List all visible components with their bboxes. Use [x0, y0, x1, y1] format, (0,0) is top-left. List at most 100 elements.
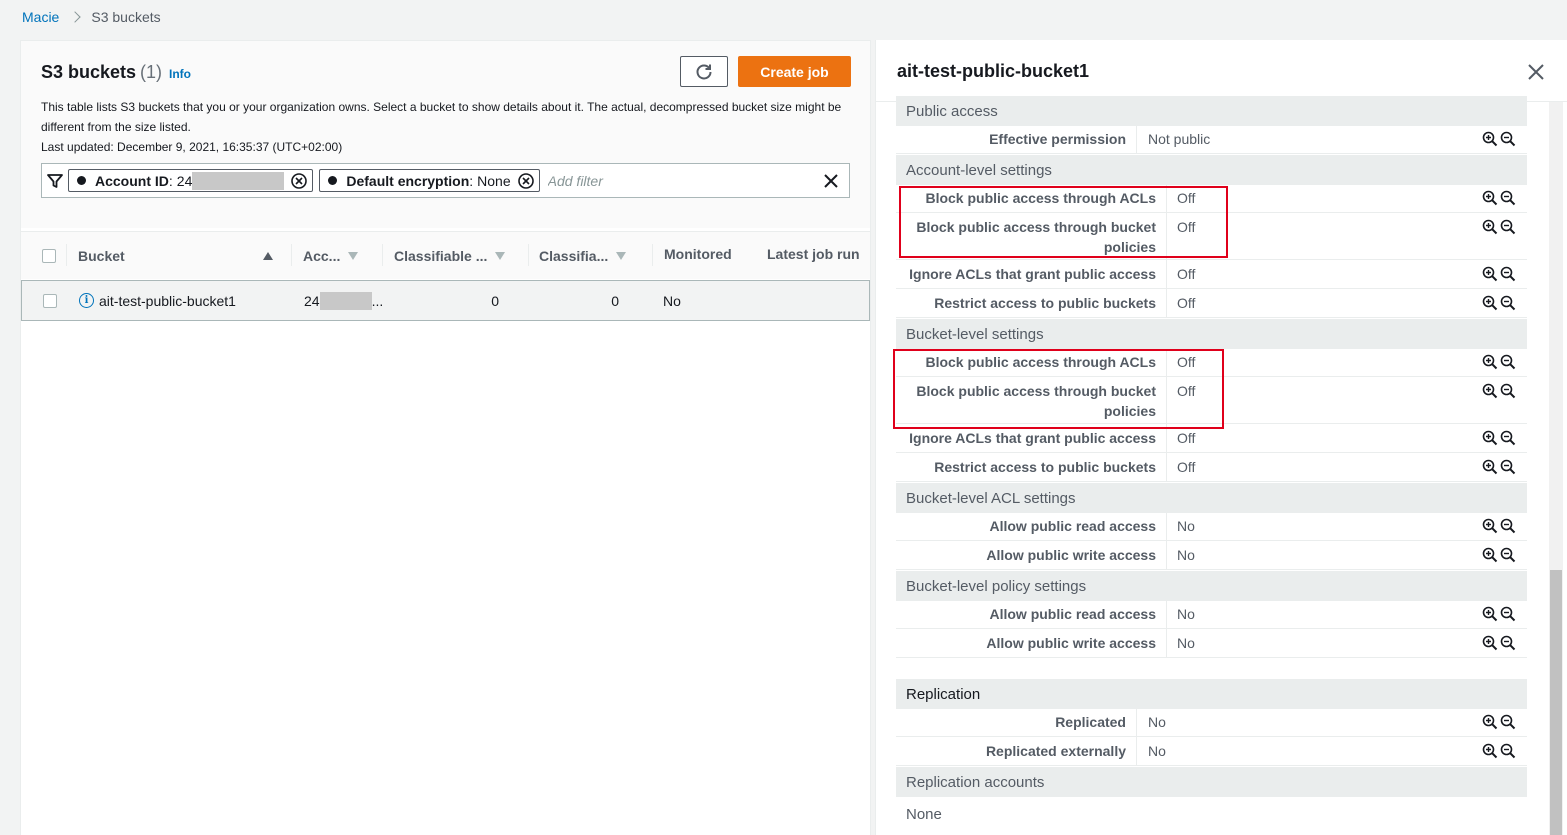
row-select-cell [43, 281, 57, 320]
zoom-in-icon[interactable] [1482, 131, 1498, 147]
zoom-out-icon[interactable] [1500, 295, 1516, 311]
column-header-classifiable-objects[interactable]: Classifiable ... [394, 232, 506, 280]
zoom-out-icon[interactable] [1500, 219, 1516, 235]
bucket-name-link[interactable]: i ait-test-public-bucket1 [79, 293, 236, 309]
column-header-bucket[interactable]: Bucket [78, 232, 273, 280]
column-label: Monitored [664, 246, 732, 262]
zoom-out-icon[interactable] [1500, 430, 1516, 446]
zoom-out-icon[interactable] [1500, 714, 1516, 730]
kv-value: No [1177, 635, 1195, 651]
section-account-level-settings: Account-level settings [896, 155, 1527, 185]
zoom-in-icon[interactable] [1482, 606, 1498, 622]
breadcrumb-current: S3 buckets [91, 9, 161, 25]
table-row[interactable]: i ait-test-public-bucket1 24... 0 0 No [21, 280, 870, 321]
zoom-out-icon[interactable] [1500, 743, 1516, 759]
filter-colon: : [469, 172, 474, 189]
zoom-in-icon[interactable] [1482, 635, 1498, 651]
add-filter-input[interactable] [545, 165, 813, 196]
kv-divider [1166, 289, 1167, 318]
create-job-button[interactable]: Create job [738, 56, 851, 87]
scrollbar-thumb[interactable] [1550, 570, 1562, 835]
breadcrumb-macie-link[interactable]: Macie [22, 9, 59, 25]
select-all-checkbox[interactable] [42, 249, 56, 263]
zoom-controls [1482, 190, 1516, 206]
last-updated-text: Last updated: December 9, 2021, 16:35:37… [41, 140, 343, 154]
zoom-out-icon[interactable] [1500, 131, 1516, 147]
section-public-access: Public access [896, 96, 1527, 126]
zoom-in-icon[interactable] [1482, 219, 1498, 235]
kv-key: Allow public write access [986, 635, 1156, 651]
zoom-in-icon[interactable] [1482, 295, 1498, 311]
zoom-out-icon[interactable] [1500, 190, 1516, 206]
section-bucket-level-settings: Bucket-level settings [896, 319, 1527, 349]
zoom-out-icon[interactable] [1500, 459, 1516, 475]
redaction-mask [192, 171, 285, 190]
zoom-out-icon[interactable] [1500, 354, 1516, 370]
zoom-in-icon[interactable] [1482, 266, 1498, 282]
column-label: Acc... [303, 248, 341, 264]
kv-row: Allow public read access No [896, 600, 1527, 629]
zoom-controls [1482, 743, 1516, 759]
zoom-controls [1482, 295, 1516, 311]
filter-icon [42, 164, 68, 197]
zoom-out-icon[interactable] [1500, 266, 1516, 282]
zoom-in-icon[interactable] [1482, 459, 1498, 475]
remove-filter-icon[interactable] [517, 172, 535, 190]
close-icon [1528, 64, 1544, 80]
zoom-out-icon[interactable] [1500, 383, 1516, 399]
highlight-box-bucket-level [893, 349, 1224, 429]
column-header-classifiable-size[interactable]: Classifia... [539, 232, 627, 280]
sort-icon [348, 252, 359, 260]
column-label: Classifia... [539, 248, 609, 264]
zoom-controls [1482, 266, 1516, 282]
kv-key: Allow public read access [989, 606, 1156, 622]
close-panel-button[interactable] [1524, 60, 1548, 84]
kv-divider [1166, 260, 1167, 289]
column-header-latest-job-run[interactable]: Latest job run [767, 232, 860, 276]
zoom-out-icon[interactable] [1500, 606, 1516, 622]
kv-divider [1166, 629, 1167, 658]
sort-ascending-icon [263, 252, 273, 260]
kv-divider [1166, 541, 1167, 570]
kv-key: Replicated [1055, 714, 1126, 730]
column-label: Classifiable ... [394, 248, 488, 264]
column-divider [291, 244, 292, 266]
zoom-in-icon[interactable] [1482, 743, 1498, 759]
sort-icon [616, 252, 627, 260]
zoom-controls [1482, 383, 1516, 399]
kv-key: Ignore ACLs that grant public access [909, 266, 1156, 282]
kv-divider [1166, 453, 1167, 482]
kv-key: Allow public write access [986, 547, 1156, 563]
zoom-out-icon[interactable] [1500, 635, 1516, 651]
bucket-count: (1) [140, 62, 163, 82]
kv-value: No [1148, 714, 1166, 730]
zoom-in-icon[interactable] [1482, 547, 1498, 563]
filter-token-default-encryption: Default encryption: None [319, 169, 540, 192]
column-header-account[interactable]: Acc... [303, 232, 359, 280]
column-header-monitored[interactable]: Monitored [664, 232, 732, 276]
zoom-in-icon[interactable] [1482, 430, 1498, 446]
filter-value: None [477, 172, 511, 189]
zoom-in-icon[interactable] [1482, 383, 1498, 399]
refresh-button[interactable] [680, 56, 728, 87]
kv-value: No [1177, 518, 1195, 534]
zoom-in-icon[interactable] [1482, 518, 1498, 534]
zoom-in-icon[interactable] [1482, 714, 1498, 730]
row-checkbox[interactable] [43, 293, 57, 308]
clear-filters-button[interactable] [813, 164, 849, 197]
kv-divider [1136, 125, 1137, 154]
zoom-in-icon[interactable] [1482, 190, 1498, 206]
kv-row: Ignore ACLs that grant public access Off [896, 260, 1527, 289]
info-link[interactable]: Info [169, 67, 191, 81]
zoom-in-icon[interactable] [1482, 354, 1498, 370]
kv-key: Allow public read access [989, 518, 1156, 534]
section-bucket-policy-settings: Bucket-level policy settings [896, 571, 1527, 601]
zoom-controls [1482, 430, 1516, 446]
column-label: Bucket [78, 248, 125, 264]
zoom-out-icon[interactable] [1500, 518, 1516, 534]
kv-value: Off [1177, 459, 1196, 475]
select-all-cell [42, 232, 56, 280]
remove-filter-icon[interactable] [290, 172, 308, 190]
zoom-out-icon[interactable] [1500, 547, 1516, 563]
bullet-icon [328, 176, 338, 185]
